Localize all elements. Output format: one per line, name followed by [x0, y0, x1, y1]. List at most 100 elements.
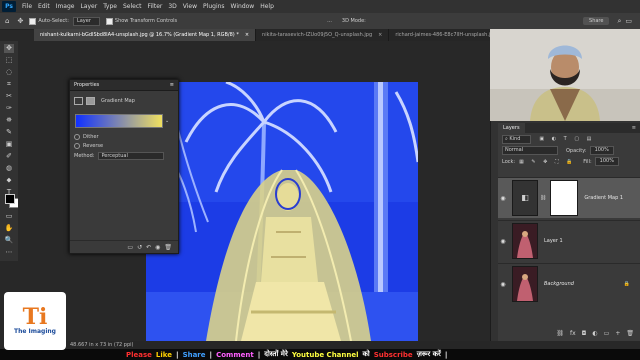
visibility-eye-icon[interactable]: ◉: [498, 238, 508, 245]
gradient-tool-icon[interactable]: ⬥: [4, 176, 14, 185]
marquee-tool-icon[interactable]: ⬚: [4, 56, 14, 65]
eyedropper-tool-icon[interactable]: ✑: [4, 104, 14, 113]
gradient-dropdown-icon[interactable]: ⌄: [165, 118, 169, 124]
visibility-eye-icon[interactable]: ◉: [498, 195, 508, 202]
eraser-tool-icon[interactable]: ◍: [4, 164, 14, 173]
panel-menu-icon[interactable]: ≡: [632, 125, 636, 131]
adjustment-thumbnail-icon: ◧: [512, 180, 538, 216]
reverse-checkbox[interactable]: [74, 143, 80, 149]
new-adjustment-icon[interactable]: ◐: [592, 330, 597, 337]
subscribe-banner: Please Like | Share | Comment | दोस्तों …: [0, 349, 640, 360]
new-layer-icon[interactable]: +: [615, 330, 620, 337]
layer-name[interactable]: Layer 1: [544, 238, 563, 244]
view-previous-icon[interactable]: ↺: [137, 244, 142, 251]
add-mask-icon[interactable]: ◘: [582, 330, 587, 337]
share-button[interactable]: Share: [583, 17, 610, 25]
tools-panel: ✥ ⬚ ◌ ⌗ ✂ ✑ ⛯ ✎ ▣ ✐ ◍ ⬥ T ↖ ▭ ✋ 🔍 ⋯: [0, 41, 19, 261]
auto-select-target-dropdown[interactable]: Layer: [72, 16, 100, 26]
link-icon[interactable]: ⛓: [540, 195, 546, 201]
menu-view[interactable]: View: [180, 3, 200, 10]
shape-tool-icon[interactable]: ▭: [4, 212, 14, 221]
healing-tool-icon[interactable]: ⛯: [4, 116, 14, 125]
move-tool-icon[interactable]: ✥: [17, 17, 23, 25]
3d-mode-label: 3D Mode:: [341, 18, 366, 24]
banner-like: Like: [155, 350, 172, 359]
photoshop-logo-icon[interactable]: Ps: [2, 1, 16, 12]
move-tool-icon[interactable]: ✥: [4, 44, 14, 53]
opacity-input[interactable]: 100%: [589, 146, 614, 155]
layer-name[interactable]: Background: [544, 281, 574, 287]
reset-icon[interactable]: ↶: [146, 244, 151, 251]
object-select-tool-icon[interactable]: ⌗: [4, 80, 14, 89]
crop-tool-icon[interactable]: ✂: [4, 92, 14, 101]
filter-kind-dropdown[interactable]: ⌕ Kind: [502, 134, 532, 144]
layer-name[interactable]: Gradient Map 1: [584, 195, 623, 201]
menu-select[interactable]: Select: [120, 3, 145, 10]
panel-menu-icon[interactable]: ≡: [170, 82, 174, 88]
layer-thumbnail: [512, 266, 538, 302]
menu-edit[interactable]: Edit: [35, 3, 53, 10]
banner-separator: |: [257, 350, 261, 359]
tab-document-1[interactable]: nishant-kulkarni-bGdlSbd8IA4-unsplash.jp…: [34, 29, 257, 41]
fill-input[interactable]: 100%: [594, 157, 619, 166]
menu-type[interactable]: Type: [100, 3, 120, 10]
zoom-tool-icon[interactable]: 🔍: [4, 236, 14, 245]
lock-icons[interactable]: ▦ ✎ ✥ ⛶ 🔒: [519, 159, 575, 165]
tab-document-2[interactable]: nikita-tarasevich-IZUo09j5O_Q-unsplash.j…: [256, 29, 390, 41]
mask-icon[interactable]: [86, 97, 95, 105]
visibility-eye-icon[interactable]: ◉: [498, 281, 508, 288]
banner-comment: Comment: [216, 350, 254, 359]
menu-layer[interactable]: Layer: [77, 3, 100, 10]
menu-file[interactable]: File: [19, 3, 35, 10]
menu-help[interactable]: Help: [257, 3, 277, 10]
link-layers-icon[interactable]: ⛓: [556, 330, 564, 337]
visibility-icon[interactable]: ◉: [155, 244, 160, 251]
menu-image[interactable]: Image: [53, 3, 78, 10]
layer-row-gradient-map[interactable]: ◉ ◧ ⛓ Gradient Map 1: [498, 177, 640, 218]
layer-row-background[interactable]: ◉ Background 🔒: [498, 263, 640, 304]
close-icon[interactable]: ×: [378, 32, 382, 38]
properties-title: Properties: [74, 82, 100, 88]
layer-row-layer-1[interactable]: ◉ Layer 1: [498, 220, 640, 261]
delete-icon[interactable]: 🗑: [164, 244, 172, 251]
search-icon[interactable]: ⌕: [617, 17, 621, 26]
layers-footer: ⛓ fx ◘ ◐ ▭ + 🗑: [498, 330, 640, 337]
delete-icon[interactable]: 🗑: [626, 330, 634, 337]
stamp-tool-icon[interactable]: ▣: [4, 140, 14, 149]
filter-icons[interactable]: ▣ ◐ T ▢ ▤: [539, 136, 594, 142]
hand-tool-icon[interactable]: ✋: [4, 224, 14, 233]
more-options-button[interactable]: ...: [327, 18, 332, 24]
layer-mask-thumbnail[interactable]: [550, 180, 579, 216]
workspace-icon[interactable]: ▭: [625, 17, 632, 25]
dither-checkbox[interactable]: [74, 134, 80, 140]
menu-3d[interactable]: 3D: [165, 3, 179, 10]
layers-tab[interactable]: Layers: [498, 123, 525, 133]
method-dropdown[interactable]: Perceptual: [98, 152, 165, 160]
history-brush-tool-icon[interactable]: ✐: [4, 152, 14, 161]
brush-tool-icon[interactable]: ✎: [4, 128, 14, 137]
clip-to-layer-icon[interactable]: ▭: [127, 244, 133, 251]
menu-filter[interactable]: Filter: [145, 3, 166, 10]
banner-subscribe: Subscribe: [373, 350, 413, 359]
properties-panel[interactable]: Properties ≡ Gradient Map ⌄ Dither Rever…: [69, 79, 179, 254]
fx-icon[interactable]: fx: [570, 330, 576, 337]
auto-select-checkbox[interactable]: [29, 17, 37, 25]
new-group-icon[interactable]: ▭: [604, 330, 610, 337]
adjustment-layer-icon: [74, 97, 83, 105]
more-tools-icon[interactable]: ⋯: [4, 248, 14, 257]
close-icon[interactable]: ×: [245, 32, 249, 38]
opacity-label: Opacity:: [566, 147, 587, 154]
lasso-tool-icon[interactable]: ◌: [4, 68, 14, 77]
show-transform-checkbox[interactable]: [105, 17, 113, 25]
document-canvas[interactable]: [146, 82, 418, 341]
menu-window[interactable]: Window: [228, 3, 258, 10]
status-bar: 48.667 in x 73 in (72 ppi): [18, 341, 490, 349]
gradient-preview[interactable]: [75, 114, 163, 128]
menu-plugins[interactable]: Plugins: [200, 3, 228, 10]
banner-hindi-2: को: [362, 350, 370, 358]
foreground-color-swatch[interactable]: [5, 194, 15, 204]
auto-select-label: Auto-Select:: [38, 18, 69, 24]
home-icon[interactable]: ⌂: [5, 17, 9, 25]
layers-panel[interactable]: Layers ≡ ⌕ Kind ▣ ◐ T ▢ ▤ Normal Opacity…: [498, 123, 640, 341]
blend-mode-dropdown[interactable]: Normal: [502, 146, 558, 155]
